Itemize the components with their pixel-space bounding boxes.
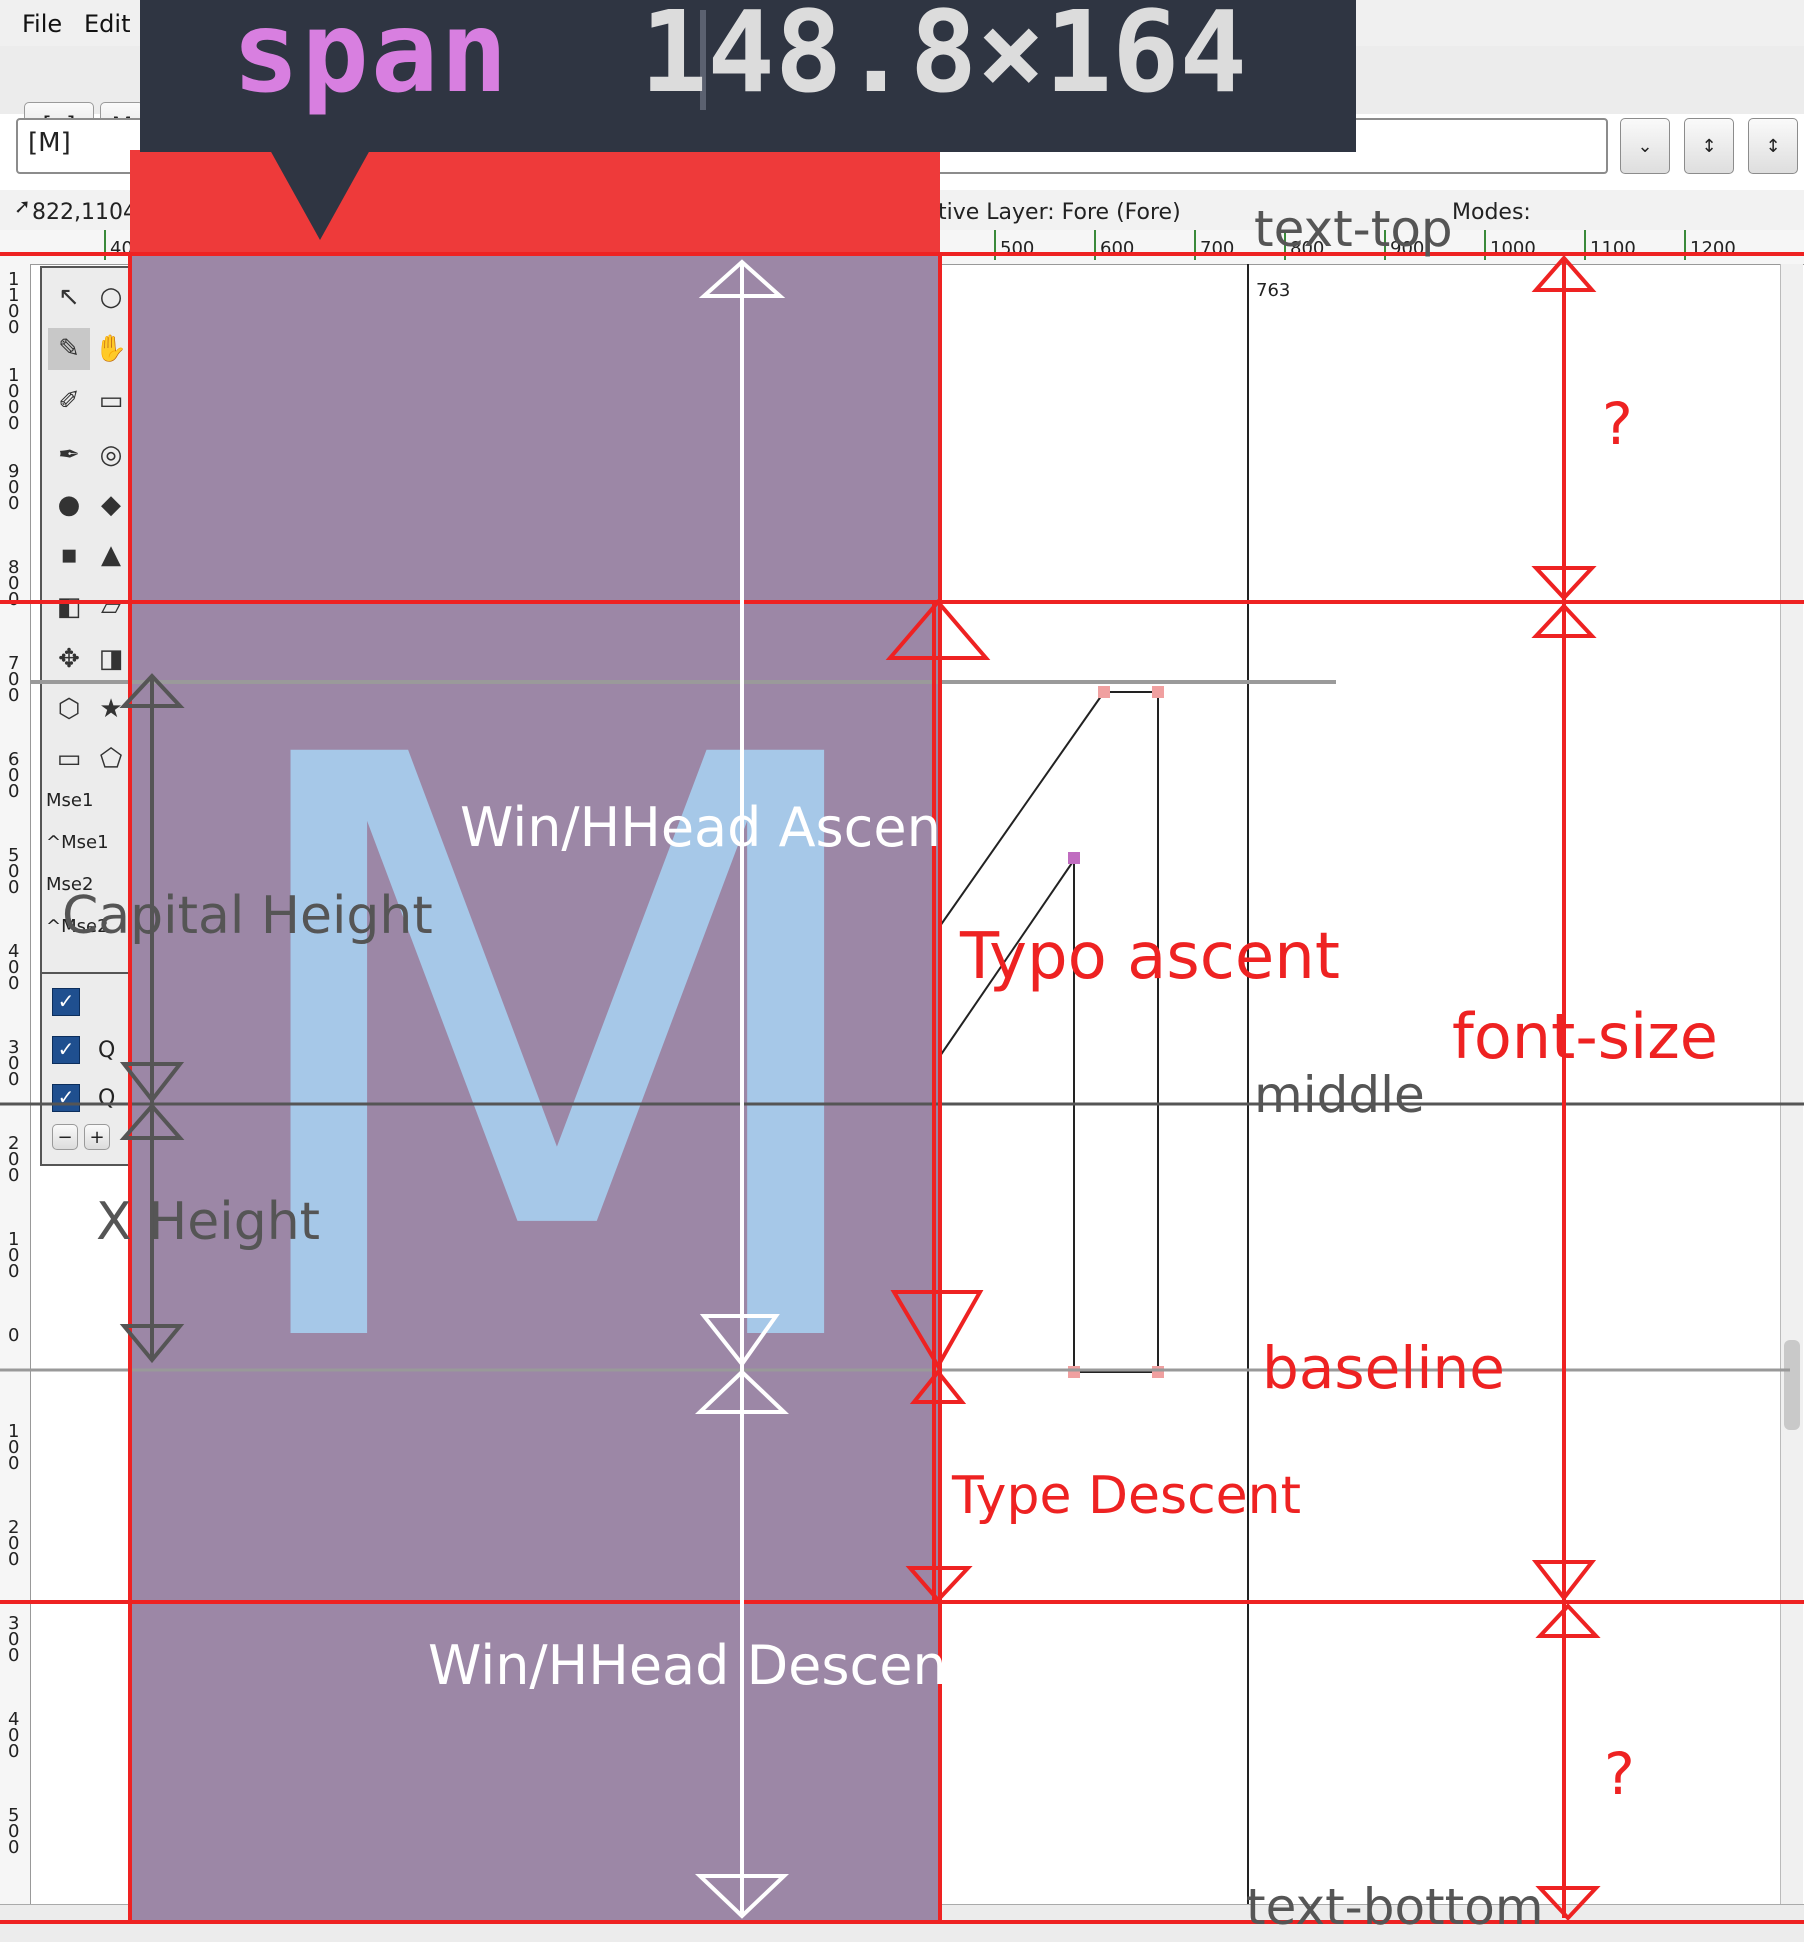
outline-point-1 [1068, 852, 1080, 864]
q-bottom-upper-arrow [1535, 1603, 1601, 1638]
font-size-label: font-size [1452, 1000, 1718, 1073]
typo-ascent-bottom-arrow [890, 1290, 984, 1370]
question-bottom-label: ? [1604, 1740, 1635, 1808]
outline-point-3 [1152, 686, 1164, 698]
outline-point-5 [1152, 1366, 1164, 1378]
text-bottom-label: text-bottom [1246, 1878, 1544, 1936]
middle-label: middle [1254, 1066, 1425, 1124]
win-ascent-label: Win/HHead Ascent [460, 796, 962, 859]
question-top-label: ? [1602, 390, 1633, 458]
capital-height-label: Capital Height [62, 886, 433, 946]
font-metrics-diagram: File Edit [x] M [M] ⌄ ↕ ↕ ➚ 822,1104 tiv… [0, 0, 1804, 1942]
glyph-outline [939, 264, 1249, 1904]
x-height-label: X Height [96, 1192, 321, 1252]
typo-ascent-label: Typo ascent [960, 920, 1340, 994]
q-bottom-lower-arrow [1535, 1886, 1601, 1921]
baseline-label: baseline [1262, 1334, 1505, 1402]
text-top-label: text-top [1254, 200, 1453, 258]
font-size-arrows [1531, 254, 1601, 1921]
outline-diagonal-1 [939, 691, 1105, 927]
outline-point-4 [1068, 1366, 1080, 1378]
type-descent-label: Type Descent [952, 1466, 1302, 1526]
outline-point-2 [1098, 686, 1110, 698]
win-descent-label: Win/HHead Descent [428, 1634, 968, 1697]
cap-x-arrows [119, 673, 185, 1364]
